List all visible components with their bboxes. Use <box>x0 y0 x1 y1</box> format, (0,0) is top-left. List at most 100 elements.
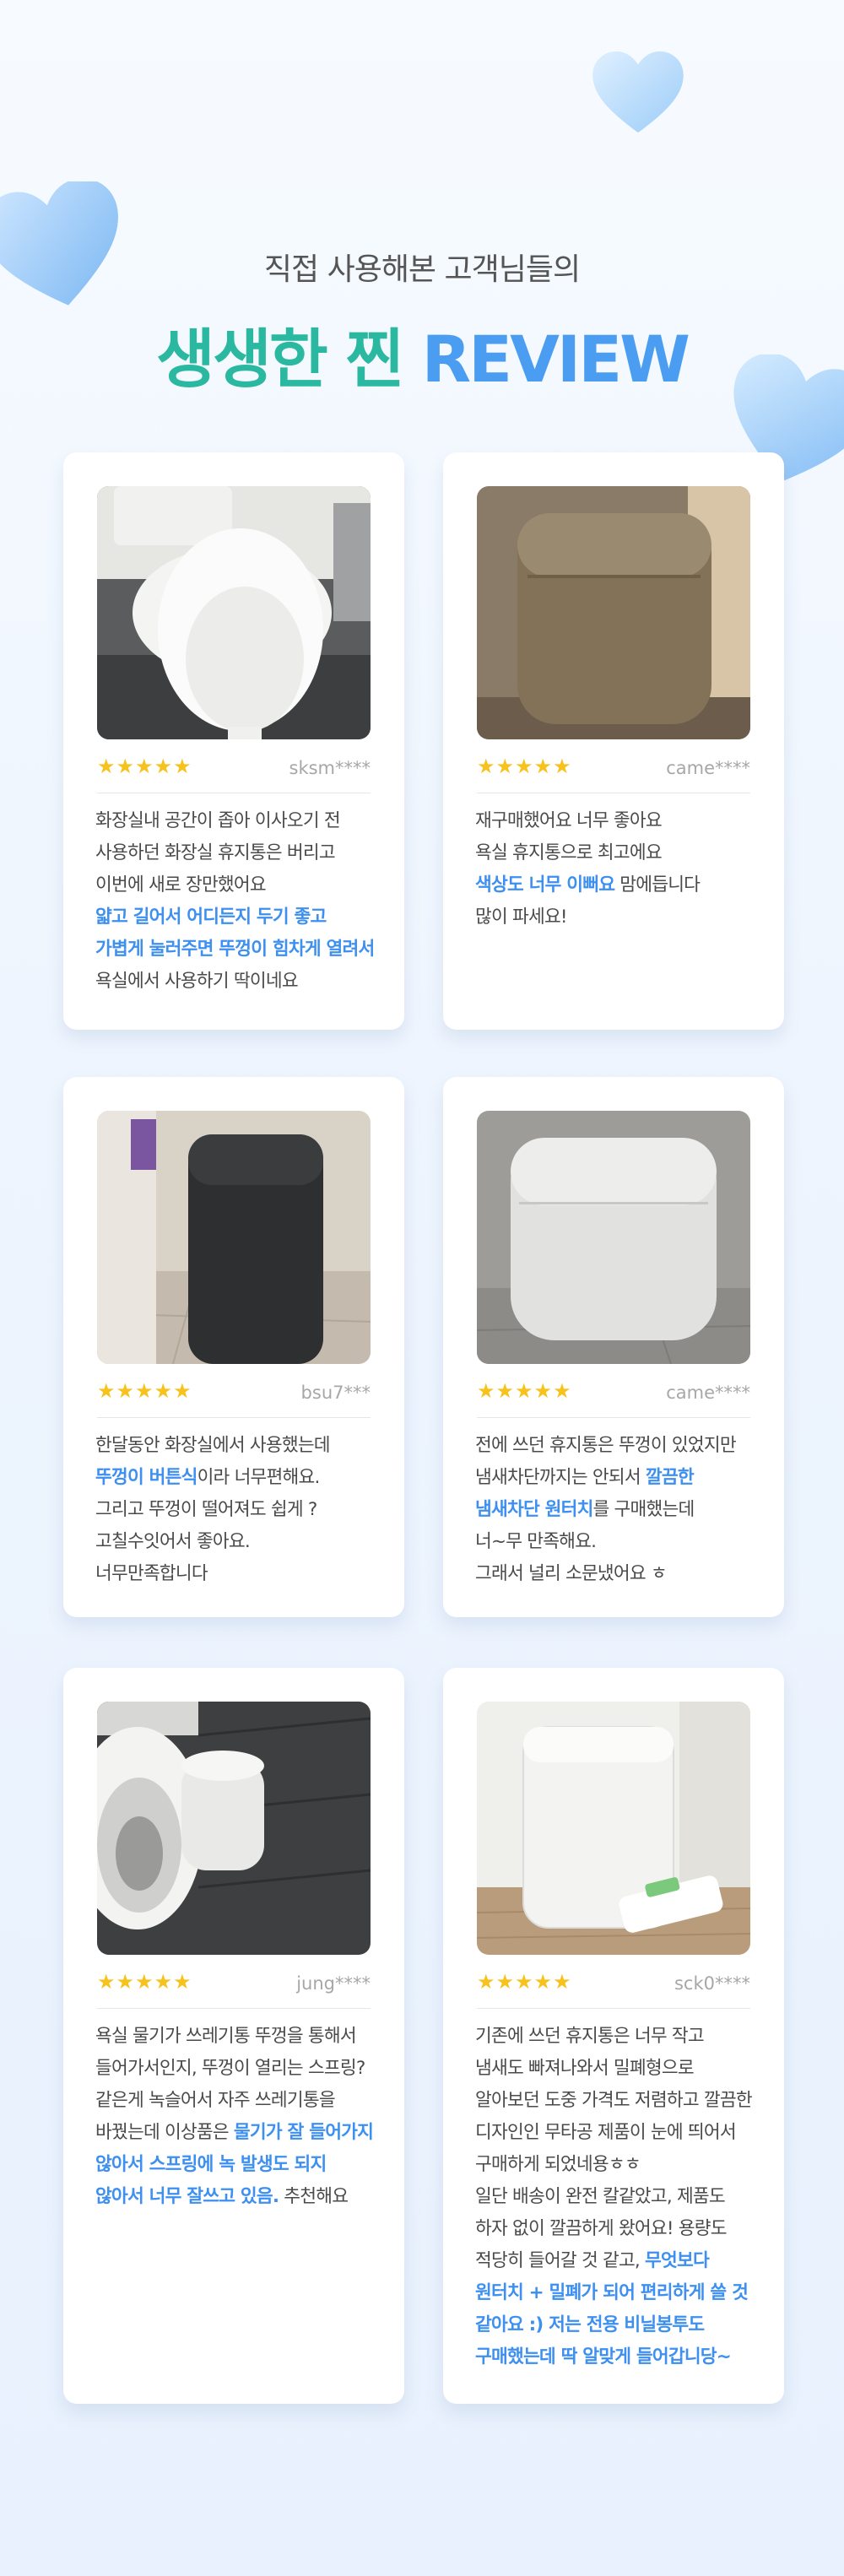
star-rating: ★ ★ ★ ★ ★ <box>97 1381 192 1401</box>
review-line-rest: 이라 너무편해요. <box>197 1467 321 1488</box>
star-icon: ★ <box>116 755 135 778</box>
star-rating: ★ ★ ★ ★ ★ <box>477 756 571 777</box>
review-meta: ★ ★ ★ ★ ★ sksm**** <box>97 748 371 793</box>
review-line-start: 냄새차단까지는 안되서 <box>475 1467 646 1488</box>
star-icon: ★ <box>97 1970 116 1994</box>
reviewer-id: came**** <box>666 1383 750 1403</box>
star-icon: ★ <box>495 755 515 778</box>
review-line: 색상도 너무 이뻐요 맘에듭니다 <box>475 869 762 901</box>
star-icon: ★ <box>135 1970 154 1994</box>
page-header: 직접 사용해본 고객님들의 생생한 찐 REVIEW <box>0 245 844 400</box>
reviewer-id: sksm**** <box>289 758 371 778</box>
star-icon: ★ <box>135 755 154 778</box>
star-icon: ★ <box>135 1379 154 1403</box>
star-icon: ★ <box>116 1970 135 1994</box>
review-line-highlight: 색상도 너무 이뻐요 <box>475 874 615 896</box>
review-line-rest: 맘에듭니다 <box>614 874 701 896</box>
review-line: 사용하던 화장실 휴지통은 버리고 <box>95 842 336 863</box>
review-line: 같은게 녹슬어서 자주 쓰레기통을 <box>95 2090 336 2111</box>
review-meta: ★ ★ ★ ★ ★ sck0**** <box>477 1963 750 2009</box>
star-icon: ★ <box>553 1379 571 1403</box>
review-text: 재구매했어요 너무 좋아요 욕실 휴지통으로 최고에요 색상도 너무 이뻐요 맘… <box>475 805 762 934</box>
star-icon: ★ <box>495 1379 515 1403</box>
review-line: 하자 없이 깔끔하게 왔어요! 용량도 <box>475 2218 727 2239</box>
review-photo <box>97 1702 371 1955</box>
review-line-highlight: 가볍게 눌러주면 뚜껑이 힘차게 열려서 <box>95 939 375 960</box>
review-text: 욕실 물기가 쓰레기통 뚜껑을 통해서 들어가서인지, 뚜껑이 열리는 스프링?… <box>95 2021 382 2213</box>
star-rating: ★ ★ ★ ★ ★ <box>97 756 192 777</box>
review-line-start: 적당히 들어갈 것 같고, <box>475 2250 645 2271</box>
review-card: ★ ★ ★ ★ ★ sck0**** 기존에 쓰던 휴지통은 너무 작고 냄새도 빠져나… <box>443 1668 784 2404</box>
title-korean: 생생한 찐 <box>156 322 404 397</box>
review-line: 많이 파세요! <box>475 906 568 928</box>
star-icon: ★ <box>553 755 571 778</box>
review-card: ★ ★ ★ ★ ★ came**** 전에 쓰던 휴지통은 뚜껑이 있었지만 냄새차단까… <box>443 1077 784 1617</box>
heart-decoration-icon <box>592 51 684 133</box>
review-line-highlight: 냄새차단 원터치 <box>475 1499 593 1520</box>
review-card: ★ ★ ★ ★ ★ came**** 재구매했어요 너무 좋아요 욕실 휴지통으로 최고… <box>443 452 784 1030</box>
review-line: 바꿨는데 이상품은 물기가 잘 들어가지 <box>95 2117 382 2149</box>
review-line: 욕실에서 사용하기 딱이네요 <box>95 971 299 992</box>
review-line: 냄새도 빠져나와서 밀폐형으로 <box>475 2058 695 2079</box>
star-icon: ★ <box>116 1379 135 1403</box>
star-icon: ★ <box>173 755 192 778</box>
review-line: 냄새차단 원터치를 구매했는데 <box>475 1494 762 1526</box>
review-line: 욕실 휴지통으로 최고에요 <box>475 842 663 863</box>
review-line-rest: 를 구매했는데 <box>592 1499 695 1520</box>
review-line: 너무만족합니다 <box>95 1563 208 1584</box>
star-icon: ★ <box>533 755 553 778</box>
review-card: ★ ★ ★ ★ ★ bsu7*** 한달동안 화장실에서 사용했는데 뚜껑이 버튼식이라… <box>63 1077 404 1617</box>
star-icon: ★ <box>533 1970 553 1994</box>
review-line: 구매하게 되었네용ㅎㅎ <box>475 2154 641 2175</box>
review-line: 일단 배송이 완전 칼같았고, 제품도 <box>475 2186 726 2207</box>
reviewer-id: jung**** <box>296 1973 371 1994</box>
review-line: 알아보던 도중 가격도 저렴하고 깔끔한 <box>475 2090 753 2111</box>
star-icon: ★ <box>154 1970 173 1994</box>
review-photo <box>97 486 371 739</box>
star-rating: ★ ★ ★ ★ ★ <box>477 1381 571 1401</box>
review-meta: ★ ★ ★ ★ ★ came**** <box>477 1372 750 1418</box>
review-line: 들어가서인지, 뚜껑이 열리는 스프링? <box>95 2058 365 2079</box>
review-meta: ★ ★ ★ ★ ★ came**** <box>477 748 750 793</box>
title-english: REVIEW <box>421 322 690 397</box>
review-meta: ★ ★ ★ ★ ★ jung**** <box>97 1963 371 2009</box>
review-line-highlight: 같아요 :) 저는 전용 비닐봉투도 <box>475 2314 705 2335</box>
star-icon: ★ <box>495 1970 515 1994</box>
review-line-highlight: 뚜껑이 버튼식 <box>95 1467 197 1488</box>
review-line: 그래서 널리 소문냈어요 ㅎ <box>475 1563 668 1584</box>
star-icon: ★ <box>154 755 173 778</box>
review-line-start: 바꿨는데 이상품은 <box>95 2122 234 2143</box>
review-line: 기존에 쓰던 휴지통은 너무 작고 <box>475 2026 705 2047</box>
review-line-highlight: 않아서 스프링에 녹 발생도 되지 <box>95 2154 327 2175</box>
review-line: 냄새차단까지는 안되서 깔끔한 <box>475 1462 762 1494</box>
page-subtitle: 직접 사용해본 고객님들의 <box>263 252 581 287</box>
review-line-highlight: 얇고 길어서 어디든지 두기 좋고 <box>95 906 327 928</box>
review-line: 그리고 뚜껑이 떨어져도 쉽게 ? <box>95 1499 317 1520</box>
review-line: 적당히 들어갈 것 같고, 무엇보다 <box>475 2245 762 2277</box>
review-line-highlight: 무엇보다 <box>645 2250 710 2271</box>
star-rating: ★ ★ ★ ★ ★ <box>97 1972 192 1992</box>
reviewer-id: bsu7*** <box>300 1383 371 1403</box>
star-icon: ★ <box>173 1379 192 1403</box>
review-line: 재구매했어요 너무 좋아요 <box>475 810 663 831</box>
star-rating: ★ ★ ★ ★ ★ <box>477 1972 571 1992</box>
review-line: 한달동안 화장실에서 사용했는데 <box>95 1435 331 1456</box>
star-icon: ★ <box>533 1379 553 1403</box>
star-icon: ★ <box>477 1970 495 1994</box>
review-text: 기존에 쓰던 휴지통은 너무 작고 냄새도 빠져나와서 밀폐형으로 알아보던 도… <box>475 2021 762 2373</box>
star-icon: ★ <box>515 1379 533 1403</box>
review-line-highlight: 물기가 잘 들어가지 <box>233 2122 374 2143</box>
page-title: 생생한 찐 REVIEW <box>0 307 844 400</box>
review-card: ★ ★ ★ ★ ★ sksm**** 화장실내 공간이 좁아 이사오기 전 사용하던 화… <box>63 452 404 1030</box>
review-line-highlight: 않아서 너무 잘쓰고 있음. <box>95 2186 279 2207</box>
star-icon: ★ <box>154 1379 173 1403</box>
review-line: 전에 쓰던 휴지통은 뚜껑이 있었지만 <box>475 1435 737 1456</box>
review-line: 고칠수잇어서 좋아요. <box>95 1531 251 1552</box>
review-line: 욕실 물기가 쓰레기통 뚜껑을 통해서 <box>95 2026 357 2047</box>
star-icon: ★ <box>173 1970 192 1994</box>
star-icon: ★ <box>477 755 495 778</box>
reviewer-id: came**** <box>666 758 750 778</box>
review-text: 전에 쓰던 휴지통은 뚜껑이 있었지만 냄새차단까지는 안되서 깔끔한 냄새차단… <box>475 1430 762 1590</box>
star-icon: ★ <box>97 755 116 778</box>
review-text: 한달동안 화장실에서 사용했는데 뚜껑이 버튼식이라 너무편해요. 그리고 뚜껑… <box>95 1430 382 1590</box>
